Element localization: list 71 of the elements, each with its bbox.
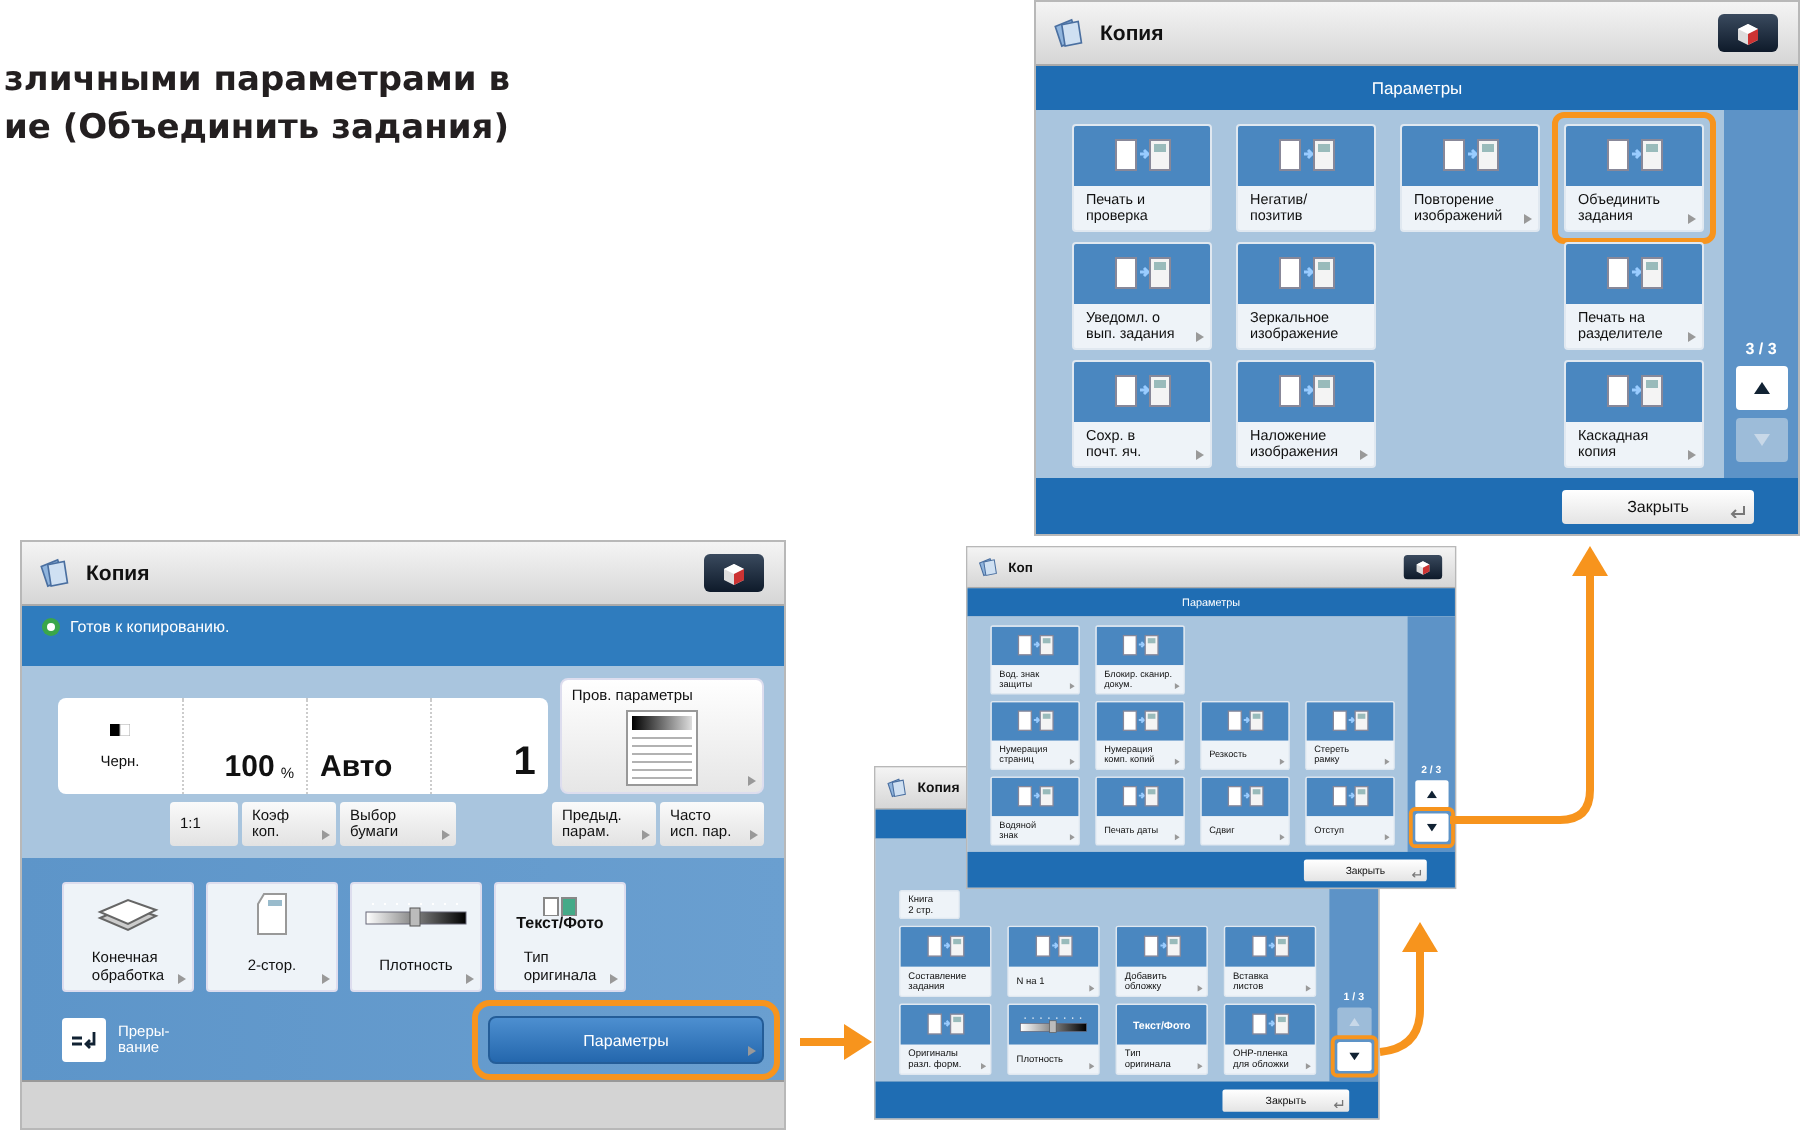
up-triangle-icon [1753,382,1769,394]
submenu-arrow-icon [322,974,330,984]
document-icon [1250,1010,1290,1040]
status-monitor-button[interactable] [1718,14,1778,52]
density-slider-icon [364,900,468,928]
document-icon [1015,631,1055,660]
submenu-arrow-icon [442,830,450,840]
status-message: Готов к копированию. [70,618,230,636]
color-mode-icon [110,723,130,735]
page-up-button[interactable] [1414,780,1448,809]
document-preview-icon [625,710,698,786]
document-icon [1330,707,1370,736]
screen-title: Копия [1100,21,1166,45]
down-triangle-icon [1753,434,1769,446]
page-up-button[interactable] [1735,366,1787,410]
submenu-arrow-icon [748,776,756,786]
copy-app-icon [977,556,1001,578]
copy-app-icon [38,556,74,590]
status-monitor-button[interactable] [704,554,764,592]
down-triangle-icon [1348,1052,1360,1061]
document-icon [1120,631,1160,660]
up-triangle-icon [1348,1018,1360,1027]
document-icon [1141,932,1182,962]
document-icon [925,932,966,962]
return-icon [1730,505,1746,517]
document-icon [1015,782,1055,811]
document-icon [1250,932,1290,962]
density-slider-icon [1019,1015,1088,1034]
page-icon [256,892,288,936]
screen-title: Копия [86,561,152,585]
document-icon [1015,707,1055,736]
submenu-arrow-icon [610,974,618,984]
cube-icon [1736,21,1760,45]
section-heading: зличными параметрами в [4,60,511,100]
section-heading: ие (Объединить задания) [4,108,511,148]
cube-icon [1415,559,1431,575]
page-down-button[interactable] [1336,1041,1371,1071]
flow-arrow [800,1024,872,1060]
copy-app-icon [1052,16,1088,50]
page-down-button[interactable] [1414,813,1448,842]
submenu-arrow-icon [466,974,474,984]
icon-caption: Текст/Фото [516,916,604,932]
document-icon [1330,782,1370,811]
copy-app-icon [885,776,910,799]
panel-title: Параметры [1036,66,1798,110]
interrupt-icon [70,1030,98,1050]
document-icon [1033,932,1074,962]
copy-ratio: 100 [224,752,275,782]
document-icon [1225,707,1265,736]
status-monitor-button[interactable] [1403,554,1443,580]
up-triangle-icon [1426,790,1437,799]
submenu-arrow-icon [748,1046,756,1056]
document-icon [1120,782,1160,811]
submenu-arrow-icon [642,830,650,840]
document-icon [1120,707,1160,736]
paper-size: Авто [320,752,393,782]
return-icon [1333,1099,1344,1108]
document-icon [1225,782,1265,811]
submenu-arrow-icon [178,974,186,984]
document-icon [925,1010,966,1040]
page-indicator: 3 / 3 [1745,340,1777,358]
ready-status-icon [42,618,60,636]
close-button[interactable]: Закрыть [1562,489,1754,523]
copy-count: 1 [513,742,536,782]
cube-icon [722,561,746,585]
text-photo-icon [542,896,578,916]
submenu-arrow-icon [322,830,330,840]
paper-stack-icon [96,894,160,934]
down-triangle-icon [1426,823,1437,832]
options-button[interactable]: Параметры [488,1016,764,1064]
submenu-arrow-icon [750,830,758,840]
